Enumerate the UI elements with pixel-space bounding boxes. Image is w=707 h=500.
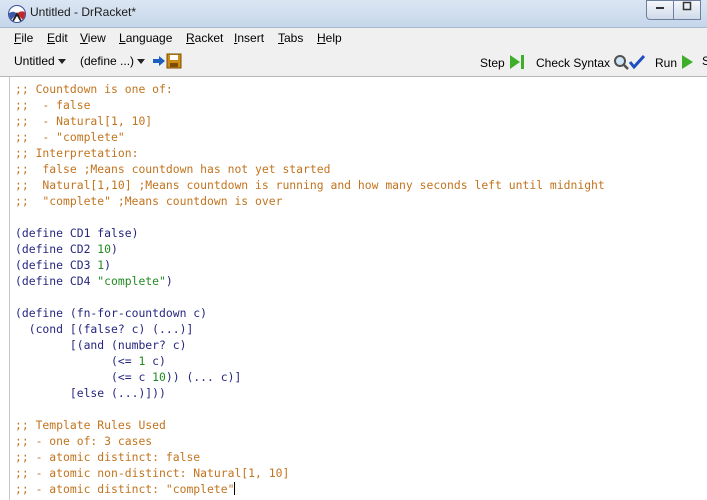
text-cursor — [234, 482, 236, 495]
code-token: (cond [(false? c) (...)] — [15, 322, 194, 336]
code-token: ;; - "complete" — [15, 130, 125, 144]
code-token: ;; - atomic distinct: "complete" — [15, 482, 235, 496]
code-token: ;; - one of: 3 cases — [15, 434, 153, 448]
menu-help[interactable]: Help — [317, 31, 342, 45]
maximize-icon — [682, 1, 692, 11]
code-line: ;; - atomic distinct: false — [15, 449, 605, 465]
code-text: ;; Countdown is one of: ;; - false ;; - Na… — [15, 81, 605, 497]
code-line: (<= 1 c) — [15, 353, 605, 369]
run-icon — [682, 55, 694, 69]
window-controls — [646, 0, 701, 20]
step-label: Step — [480, 56, 505, 70]
menu-tabs[interactable]: Tabs — [278, 31, 303, 45]
menu-edit[interactable]: Edit — [47, 31, 68, 45]
code-token: ;; - false — [15, 98, 91, 112]
code-line: ;; - "complete" — [15, 129, 605, 145]
code-line: ;; Natural[1,10] ;Means countdown is run… — [15, 177, 605, 193]
definitions-editor[interactable]: ;; Countdown is one of: ;; - false ;; - Na… — [9, 77, 707, 500]
check-syntax-button[interactable]: Check Syntax — [536, 54, 647, 70]
title-bar: Untitled - DrRacket* — [0, 0, 707, 28]
menu-insert[interactable]: Insert — [234, 31, 264, 45]
code-token: ;; "complete" ;Means countdown is over — [15, 194, 283, 208]
code-token: ) — [111, 242, 118, 256]
code-token: [(and (number? c) — [15, 338, 187, 352]
code-line: ;; false ;Means countdown has not yet st… — [15, 161, 605, 177]
code-line: (define CD2 10) — [15, 241, 605, 257]
code-token: (define (fn-for-countdown c) — [15, 306, 208, 320]
code-token: (define CD2 — [15, 242, 98, 256]
code-token: 10 — [97, 242, 112, 256]
code-token: 10 — [152, 370, 166, 384]
code-line: (define CD3 1) — [15, 257, 605, 273]
code-token: ;; Interpretation: — [15, 146, 139, 160]
code-line: (cond [(false? c) (...)] — [15, 321, 605, 337]
dropdown-arrow-icon — [57, 59, 66, 65]
code-line: ;; Interpretation: — [15, 145, 605, 161]
window-title: Untitled - DrRacket* — [30, 5, 137, 19]
code-token: ;; false ;Means countdown has not yet st… — [15, 162, 331, 176]
code-line: [(and (number? c) — [15, 337, 605, 353]
code-line: ;; - one of: 3 cases — [15, 433, 605, 449]
code-line: ;; - atomic non-distinct: Natural[1, 10] — [15, 465, 605, 481]
save-icon — [153, 53, 182, 69]
code-line: ;; - Natural[1, 10] — [15, 113, 605, 129]
dropdown-arrow-icon — [137, 59, 146, 65]
code-token: "complete" — [97, 274, 166, 288]
code-line: (define CD4 "complete") — [15, 273, 605, 289]
code-line: ;; Template Rules Used — [15, 417, 605, 433]
code-token: (define CD4 — [15, 274, 98, 288]
code-line: ;; "complete" ;Means countdown is over — [15, 193, 605, 209]
step-icon — [510, 55, 525, 69]
code-token: c) — [145, 354, 166, 368]
code-token: ;; Countdown is one of: — [15, 82, 173, 96]
toolbar: Untitled (define ...) Step Check Syntax … — [0, 48, 707, 77]
menu-racket[interactable]: Racket — [186, 31, 223, 45]
code-line: (define (fn-for-countdown c) — [15, 305, 605, 321]
code-token: ) — [104, 258, 112, 272]
drracket-logo-icon — [8, 5, 26, 23]
code-line: ;; - false — [15, 97, 605, 113]
stop-button[interactable]: S — [702, 54, 707, 68]
code-token: ;; - atomic non-distinct: Natural[1, 10] — [15, 466, 290, 480]
code-token: ;; Template Rules Used — [15, 418, 166, 432]
check-syntax-label: Check Syntax — [536, 56, 611, 70]
code-token: )) (... c)] — [165, 370, 242, 384]
run-label: Run — [655, 56, 678, 70]
code-line: ;; Countdown is one of: — [15, 81, 605, 97]
check-syntax-icon — [614, 54, 646, 70]
code-token: (define CD3 — [15, 258, 98, 272]
define-menu-label: (define ...) — [80, 54, 135, 68]
step-button[interactable]: Step — [480, 54, 526, 70]
menu-bar: File Edit View Language Racket Insert Ta… — [0, 28, 707, 48]
minimize-icon — [656, 7, 664, 9]
save-button[interactable] — [152, 53, 184, 72]
code-token: ;; - Natural[1, 10] — [15, 114, 153, 128]
file-name-menu[interactable]: Untitled — [14, 54, 66, 68]
code-line: ;; - atomic distinct: "complete" — [15, 481, 605, 497]
define-menu[interactable]: (define ...) — [80, 54, 146, 68]
code-token: ;; Natural[1,10] ;Means countdown is run… — [15, 178, 605, 192]
minimize-button[interactable] — [646, 0, 674, 20]
code-token: (<= c — [15, 370, 153, 384]
code-line: [else (...)])) — [15, 385, 605, 401]
code-line: (<= c 10)) (... c)] — [15, 369, 605, 385]
maximize-button[interactable] — [673, 0, 701, 20]
code-token: ;; - atomic distinct: false — [15, 450, 201, 464]
file-name-label: Untitled — [14, 54, 55, 68]
code-token: ) — [165, 274, 173, 288]
run-button[interactable]: Run — [655, 54, 694, 70]
code-token: [else (...)])) — [15, 386, 166, 400]
code-line: (define CD1 false) — [15, 225, 605, 241]
code-token: (define CD1 false) — [15, 226, 139, 240]
menu-language[interactable]: Language — [119, 31, 172, 45]
code-token: (<= — [15, 354, 139, 368]
menu-view[interactable]: View — [80, 31, 106, 45]
menu-file[interactable]: File — [14, 31, 33, 45]
